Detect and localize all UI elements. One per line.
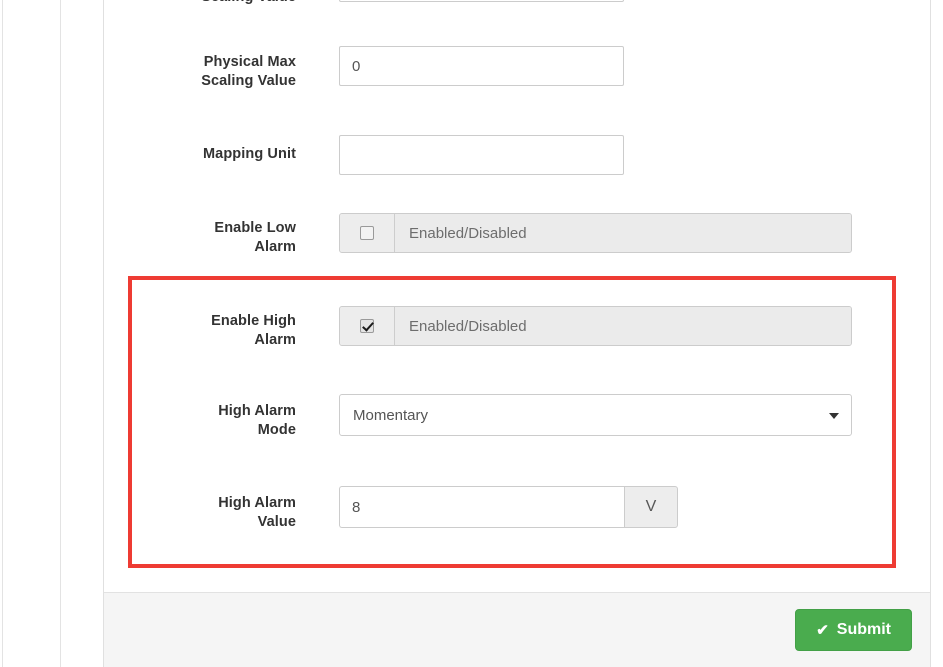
control-enable-low-alarm: Enabled/Disabled xyxy=(339,213,852,253)
label-text-line1: High Alarm xyxy=(218,495,296,511)
label-text-line2: Value xyxy=(257,514,296,530)
enable-high-alarm-checkbox[interactable] xyxy=(360,319,374,333)
high-alarm-value-group: V xyxy=(339,486,678,528)
high-alarm-mode-select-wrap: Momentary xyxy=(339,394,852,436)
scaling-value-input[interactable] xyxy=(339,0,624,2)
form-row-enable-low-alarm: Enable Low Alarm Enabled/Disabled xyxy=(104,213,930,255)
enable-low-alarm-text: Enabled/Disabled xyxy=(395,214,851,252)
label-text-line2: Alarm xyxy=(254,239,296,255)
settings-panel: Scaling Value Physical Max Scaling Value xyxy=(103,0,931,667)
enable-low-alarm-group[interactable]: Enabled/Disabled xyxy=(339,213,852,253)
label-scaling-value: Scaling Value xyxy=(104,0,296,7)
settings-form: Scaling Value Physical Max Scaling Value xyxy=(104,0,930,592)
screenshot-root: Scaling Value Physical Max Scaling Value xyxy=(0,0,943,667)
submit-button[interactable]: ✔ Submit xyxy=(795,609,912,651)
check-icon: ✔ xyxy=(816,621,829,639)
label-high-alarm-mode: High Alarm Mode xyxy=(104,402,296,440)
high-alarm-mode-select[interactable]: Momentary xyxy=(339,394,852,436)
control-mapping-unit xyxy=(339,135,624,175)
control-high-alarm-value: V xyxy=(339,486,678,528)
high-alarm-value-unit: V xyxy=(624,486,678,528)
label-mapping-unit: Mapping Unit xyxy=(104,145,296,164)
enable-low-alarm-checkbox[interactable] xyxy=(360,226,374,240)
label-text-line2: Scaling Value xyxy=(201,73,296,89)
enable-low-alarm-checkbox-addon xyxy=(340,214,395,252)
physical-max-scaling-value-input[interactable] xyxy=(339,46,624,86)
label-physical-max-scaling-value: Physical Max Scaling Value xyxy=(104,53,296,91)
form-row-scaling-value: Scaling Value xyxy=(104,0,930,14)
label-enable-high-alarm: Enable High Alarm xyxy=(104,312,296,350)
page-rule-inner xyxy=(60,0,61,667)
submit-button-label: Submit xyxy=(836,621,891,638)
enable-high-alarm-group[interactable]: Enabled/Disabled xyxy=(339,306,852,346)
enable-high-alarm-checkbox-addon xyxy=(340,307,395,345)
label-text-line2: Mode xyxy=(257,422,296,438)
control-scaling-value xyxy=(339,0,624,2)
enable-high-alarm-text: Enabled/Disabled xyxy=(395,307,851,345)
label-text-line1: High Alarm xyxy=(218,403,296,419)
label-enable-low-alarm: Enable Low Alarm xyxy=(104,219,296,257)
mapping-unit-input[interactable] xyxy=(339,135,624,175)
form-row-enable-high-alarm: Enable High Alarm Enabled/Disabled xyxy=(104,306,930,348)
high-alarm-value-input[interactable] xyxy=(339,486,624,528)
label-text-line1: Scaling Value xyxy=(201,0,296,5)
label-high-alarm-value: High Alarm Value xyxy=(104,494,296,532)
control-enable-high-alarm: Enabled/Disabled xyxy=(339,306,852,346)
label-text-line1: Mapping Unit xyxy=(202,146,296,162)
panel-footer: ✔ Submit xyxy=(104,592,930,667)
label-text-line1: Enable High xyxy=(211,313,296,329)
label-text-line2: Alarm xyxy=(254,332,296,348)
control-high-alarm-mode: Momentary xyxy=(339,394,852,436)
page-rule-outer xyxy=(2,0,3,667)
form-row-high-alarm-mode: High Alarm Mode Momentary xyxy=(104,394,930,438)
form-row-high-alarm-value: High Alarm Value V xyxy=(104,486,930,530)
form-row-physical-max-scaling-value: Physical Max Scaling Value xyxy=(104,46,930,89)
label-text-line1: Enable Low xyxy=(214,220,296,236)
control-physical-max-scaling-value xyxy=(339,46,624,86)
form-row-mapping-unit: Mapping Unit xyxy=(104,135,930,176)
label-text-line1: Physical Max xyxy=(203,54,296,70)
